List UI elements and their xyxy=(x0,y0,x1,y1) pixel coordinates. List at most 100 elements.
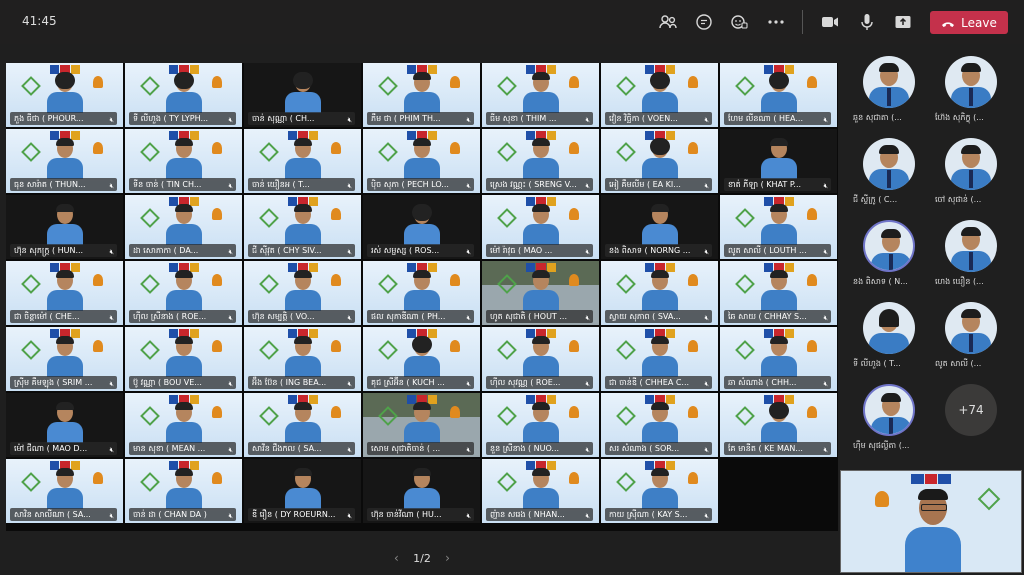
participant-avatar[interactable] xyxy=(863,56,915,108)
participant-video-tile[interactable]: សាវិន សាលីណា ( SA... 🔇︎ xyxy=(6,459,123,523)
participant-video-tile[interactable]: រស់ សម្ផស្ស ( ROS... 🔇︎ xyxy=(363,195,480,259)
participant-avatar[interactable] xyxy=(863,138,915,190)
ministry-logo-icon xyxy=(688,274,698,286)
participant-name-label: គែ មានីត ( KE MAN... 🔇︎ xyxy=(724,442,831,455)
participant-video-tile[interactable]: សរ សំណាង ( SOR... 🔇︎ xyxy=(601,393,718,457)
mic-icon[interactable] xyxy=(857,12,877,32)
participant-video-tile[interactable]: អ៊ឹង ប៊ែន ( ING BEA... 🔇︎ xyxy=(244,327,361,391)
participant-video-tile[interactable]: ជា ចាន់ឌី ( CHHEA C... 🔇︎ xyxy=(601,327,718,391)
participant-name-label: នួន ស្រីនាង ( NUO... 🔇︎ xyxy=(486,442,593,455)
participant-name-label: ផល សុភាឌីណា ( PH... 🔇︎ xyxy=(367,310,474,323)
participant-video-tile[interactable]: ម៉ៅ រ៉ាវុធ ( MAO ... 🔇︎ xyxy=(482,195,599,259)
self-video-person xyxy=(905,489,961,572)
participant-avatar[interactable] xyxy=(863,384,915,436)
participant-video-tile[interactable]: សោម សុជាតិចាន់ ( ... 🔇︎ xyxy=(363,393,480,457)
participant-video-tile[interactable]: ភួង ធីថា ( PHOUR... 🔇︎ xyxy=(6,63,123,127)
mic-muted-icon: 🔇︎ xyxy=(228,182,233,190)
participant-video-tile[interactable]: សាវីន ជឹងកល ( SA... 🔇︎ xyxy=(244,393,361,457)
participant-video xyxy=(522,336,559,377)
participant-avatar[interactable] xyxy=(945,56,997,108)
participant-video-tile[interactable]: ហ៊ុន សម្បត្តិ ( VO... 🔇︎ xyxy=(244,261,361,325)
share-icon[interactable] xyxy=(893,12,913,32)
participant-video-tile[interactable]: ប៉ិច សុភា ( PECH LO... 🔇︎ xyxy=(363,129,480,193)
mic-muted-icon: 🔇︎ xyxy=(704,116,709,124)
participant-video-tile[interactable]: ហ៊ីល សុវណ្ណ ( ROE... 🔇︎ xyxy=(482,327,599,391)
mic-muted-icon: 🔇︎ xyxy=(585,116,590,124)
participant-video-tile[interactable]: ស្រេង វណ្ណះ ( SRENG V... 🔇︎ xyxy=(482,129,599,193)
participant-name: ធីម សុខា ( THIM ... xyxy=(490,114,557,123)
participant-video-tile[interactable]: វៀន វិច្ឆិកា ( VOEN... 🔇︎ xyxy=(601,63,718,127)
participant-video-tile[interactable]: ជា ចិន្តាម៉ៅ ( CHE... 🔇︎ xyxy=(6,261,123,325)
participant-video-tile[interactable]: ប៊ូ វណ្ណា ( BOU VE... 🔇︎ xyxy=(125,327,242,391)
participant-avatar-name: ហេង ឃឿន (... xyxy=(935,277,984,286)
chat-icon[interactable] xyxy=(694,12,714,32)
participant-name-label: អៀ គឹមលីម ( EA KI... 🔇︎ xyxy=(605,178,712,191)
participant-video-tile[interactable]: ឆា សំណាង ( CHH... 🔇︎ xyxy=(720,327,837,391)
participant-video-tile[interactable]: កាយ ស្រ៊ីណា ( KAY S... 🔇︎ xyxy=(601,459,718,523)
participant-video-tile[interactable]: នង ពិសាទ ( NORNG ... 🔇︎ xyxy=(601,195,718,259)
camera-icon[interactable] xyxy=(820,12,840,32)
participant-video-tile[interactable]: ហ៊ុន ចាន់វីណា ( HU... 🔇︎ xyxy=(363,459,480,523)
participant-video-tile[interactable]: នួន ស្រីនាង ( NUO... 🔇︎ xyxy=(482,393,599,457)
participant-name-label: ភួង ធីថា ( PHOUR... 🔇︎ xyxy=(10,112,117,125)
people-icon[interactable] xyxy=(658,12,678,32)
participant-video-tile[interactable]: គុជ ស្រីអ៊ីន ( KUCH ... 🔇︎ xyxy=(363,327,480,391)
participant-name-label: ស្វាយ សុភាព ( SVA... 🔇︎ xyxy=(605,310,712,323)
mic-muted-icon: 🔇︎ xyxy=(823,446,828,454)
leave-button[interactable]: Leave xyxy=(930,11,1008,34)
participant-video xyxy=(46,336,83,377)
participant-video xyxy=(165,72,202,113)
leave-label: Leave xyxy=(961,15,997,30)
participant-video-tile[interactable]: ស្វាយ សុភាព ( SVA... 🔇︎ xyxy=(601,261,718,325)
participant-video-tile[interactable]: ទីន ចាន់ ( TIN CH... 🔇︎ xyxy=(125,129,242,193)
participant-video-tile[interactable]: ហែម លីនណា ( HEA... 🔇︎ xyxy=(720,63,837,127)
participant-video-tile[interactable]: ចាន់ យឿនអ ( T... 🔇︎ xyxy=(244,129,361,193)
participant-video-tile[interactable]: ឌី រឿន ( DY ROEURN... 🔇︎ xyxy=(244,459,361,523)
more-participants-button[interactable]: +74 xyxy=(945,384,997,436)
participant-video-tile[interactable]: ធុន សារ៉ាត ( THUN... 🔇︎ xyxy=(6,129,123,193)
participant-avatar[interactable] xyxy=(945,302,997,354)
participant-video xyxy=(46,138,83,179)
participant-avatar[interactable] xyxy=(863,220,915,272)
participant-video-tile[interactable]: ចាន់ សុណ្ណា ( CH... 🔇︎ xyxy=(244,63,361,127)
participant-video-tile[interactable]: ហ៊ីល ស្រីនាង ( ROE... 🔇︎ xyxy=(125,261,242,325)
page-indicator: 1/2 xyxy=(413,551,431,565)
participant-video-tile[interactable]: ខាត់ ភីឡា ( KHAT P... 🔇︎ xyxy=(720,129,837,193)
participant-name: ហ៊ីល សុវណ្ណ ( ROE... xyxy=(490,378,561,387)
mic-muted-icon: 🔇︎ xyxy=(347,512,352,520)
participant-video xyxy=(641,468,678,509)
participant-video-tile[interactable]: ភឹម ថា ( PHIM TH... 🔇︎ xyxy=(363,63,480,127)
participant-avatar[interactable] xyxy=(945,138,997,190)
participant-video-tile[interactable]: ធីម សុខា ( THIM ... 🔇︎ xyxy=(482,63,599,127)
ministry-logo-icon xyxy=(807,76,817,88)
participant-video-tile[interactable]: ផល សុភាឌីណា ( PH... 🔇︎ xyxy=(363,261,480,325)
participant-video-tile[interactable]: ទី លីហួង ( TY LYPH... 🔇︎ xyxy=(125,63,242,127)
next-page-button[interactable]: › xyxy=(445,551,450,565)
participant-name: ញ៉ាន សរេង ( NHAN... xyxy=(490,510,565,519)
participant-video-tile[interactable] xyxy=(720,459,837,523)
participant-video-tile[interactable]: ឆៃ សាយ ( CHHAY S... 🔇︎ xyxy=(720,261,837,325)
more-icon[interactable] xyxy=(766,12,786,32)
ministry-logo-icon xyxy=(450,406,460,418)
participant-avatar[interactable] xyxy=(863,302,915,354)
participant-name: ហ៊ីល ស្រីនាង ( ROE... xyxy=(133,312,207,321)
participant-video-tile[interactable]: ញ៉ាន សរេង ( NHAN... 🔇︎ xyxy=(482,459,599,523)
participant-video-tile[interactable]: អៀ គឹមលីម ( EA KI... 🔇︎ xyxy=(601,129,718,193)
participant-video-tile[interactable]: គែ មានីត ( KE MAN... 🔇︎ xyxy=(720,393,837,457)
ministry-logo-icon xyxy=(93,76,103,88)
participant-video-tile[interactable]: ហូត សុជាតិ ( HOUT ... 🔇︎ xyxy=(482,261,599,325)
participant-video-tile[interactable]: មាន សុខា ( MEAN ... 🔇︎ xyxy=(125,393,242,457)
participant-video-tile[interactable]: ស្រ៊ីម គឹមឡុង ( SRIM ... 🔇︎ xyxy=(6,327,123,391)
participant-video-tile[interactable]: ម៉ៅ ជីណា ( MAO D... 🔇︎ xyxy=(6,393,123,457)
participant-video-tile[interactable]: ចាន់ ដា ( CHAN DA ) 🔇︎ xyxy=(125,459,242,523)
participant-video-tile[interactable]: លូត សាលី ( LOUTH ... 🔇︎ xyxy=(720,195,837,259)
self-view-video[interactable] xyxy=(840,470,1022,573)
participant-video-tile[interactable]: ជី ស៊ីវុត ( CHY SIV... 🔇︎ xyxy=(244,195,361,259)
reactions-icon[interactable] xyxy=(729,12,749,32)
mic-muted-icon: 🔇︎ xyxy=(466,182,471,190)
participant-avatar[interactable] xyxy=(945,220,997,272)
prev-page-button[interactable]: ‹ xyxy=(394,551,399,565)
participant-video-tile[interactable]: ដា សោភាកា ( DA... 🔇︎ xyxy=(125,195,242,259)
mic-muted-icon: 🔇︎ xyxy=(228,314,233,322)
participant-video-tile[interactable]: ហ៊ុន សុភក្ត្រ ( HUN... 🔇︎ xyxy=(6,195,123,259)
